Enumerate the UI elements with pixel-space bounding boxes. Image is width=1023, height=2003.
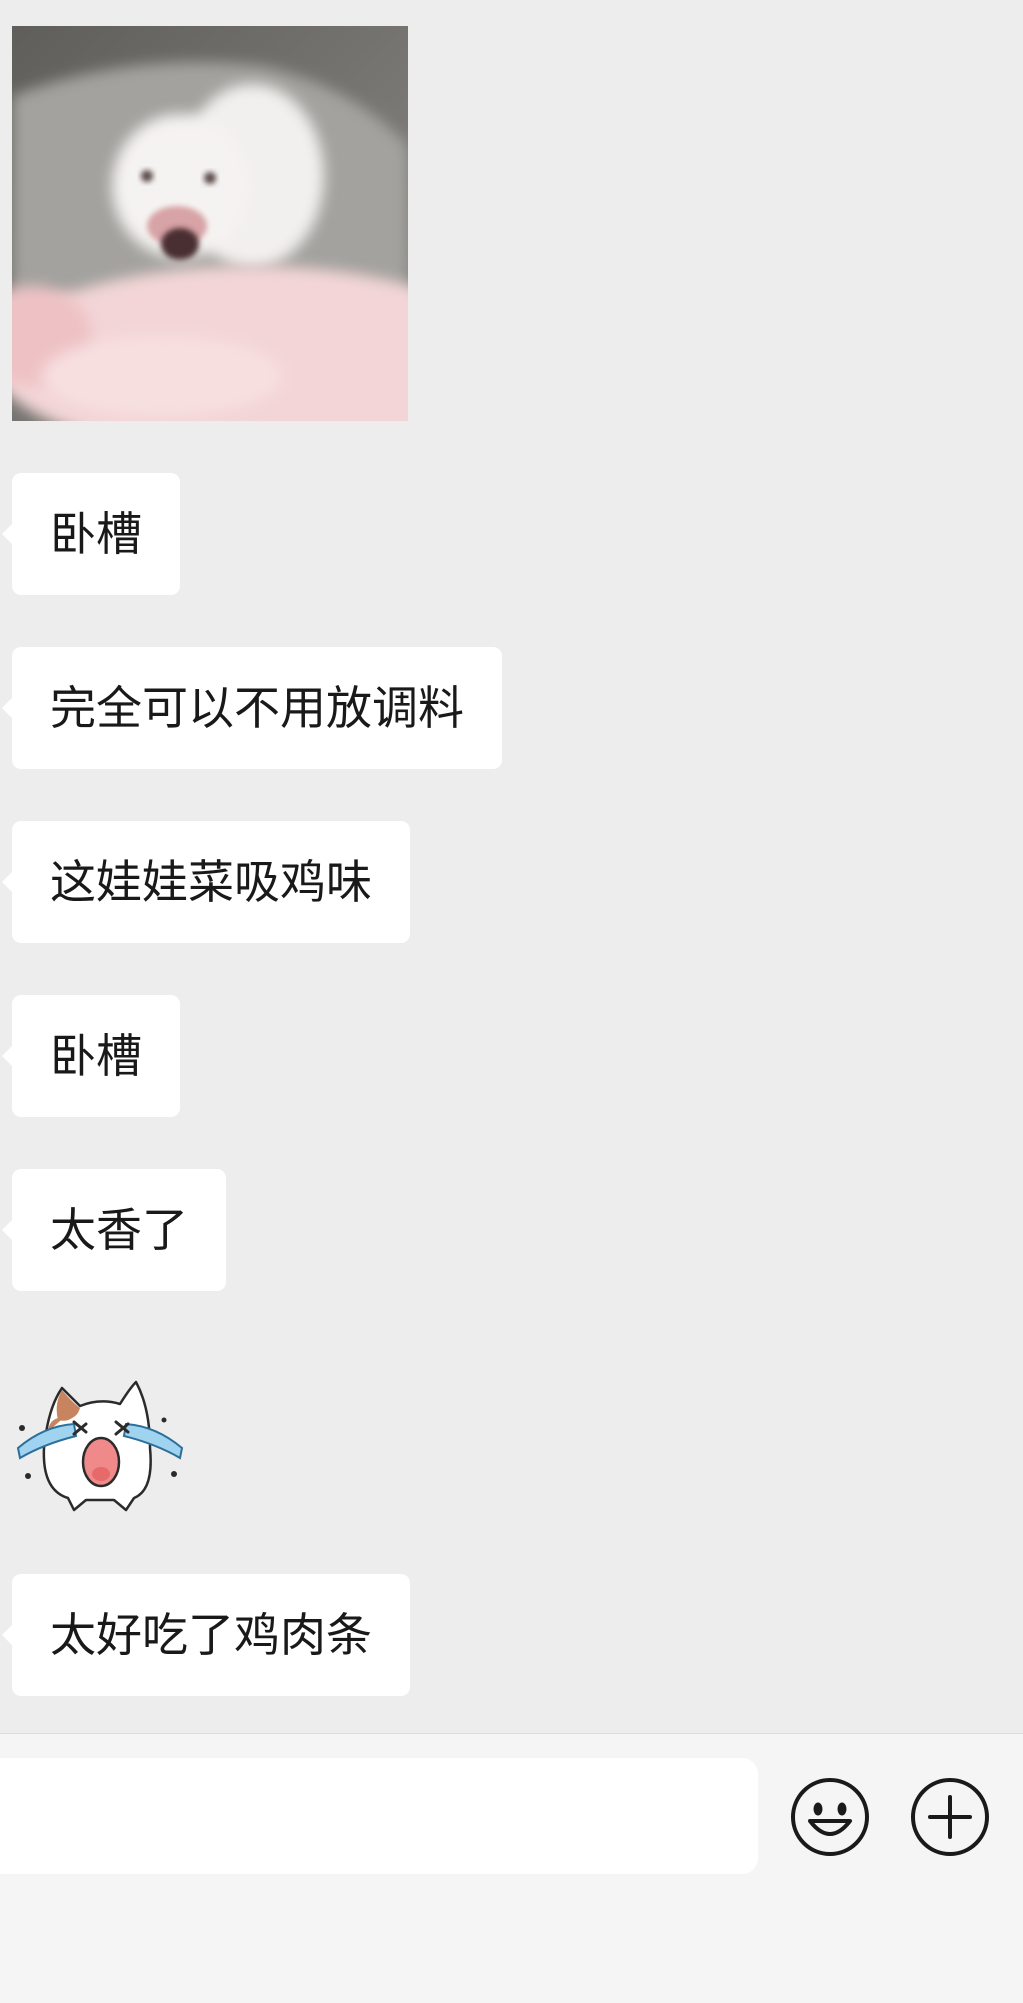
text-message-bubble[interactable]: 太香了 (2, 1169, 226, 1291)
chat-message-list[interactable]: 卧槽 完全可以不用放调料 这娃娃菜吸鸡味 卧槽 太香了 太好吃了鸡肉条 (0, 0, 1023, 1733)
crying-cat-sticker-image (16, 1380, 184, 1512)
message-text: 太好吃了鸡肉条 (50, 1608, 372, 1662)
message-text-input[interactable] (0, 1758, 758, 1874)
text-message-bubble[interactable]: 卧槽 (2, 473, 180, 595)
message-text: 这娃娃菜吸鸡味 (50, 855, 372, 909)
message-text: 卧槽 (50, 507, 142, 561)
text-message-bubble[interactable]: 太好吃了鸡肉条 (2, 1574, 410, 1696)
smiley-face-icon (791, 1778, 869, 1856)
emoji-button[interactable] (790, 1777, 870, 1857)
pig-photo-image (12, 26, 408, 421)
more-actions-button[interactable] (910, 1777, 990, 1857)
text-message-bubble[interactable]: 卧槽 (2, 995, 180, 1117)
pig-photo-message[interactable] (12, 26, 408, 421)
message-input-bar (0, 1733, 1023, 2003)
text-message-bubble[interactable]: 这娃娃菜吸鸡味 (2, 821, 410, 943)
message-text: 太香了 (50, 1203, 188, 1257)
plus-circle-icon (911, 1778, 989, 1856)
text-message-bubble[interactable]: 完全可以不用放调料 (2, 647, 502, 769)
message-text: 完全可以不用放调料 (50, 681, 464, 735)
crying-cat-sticker-message[interactable] (14, 1378, 186, 1516)
message-text: 卧槽 (50, 1029, 142, 1083)
